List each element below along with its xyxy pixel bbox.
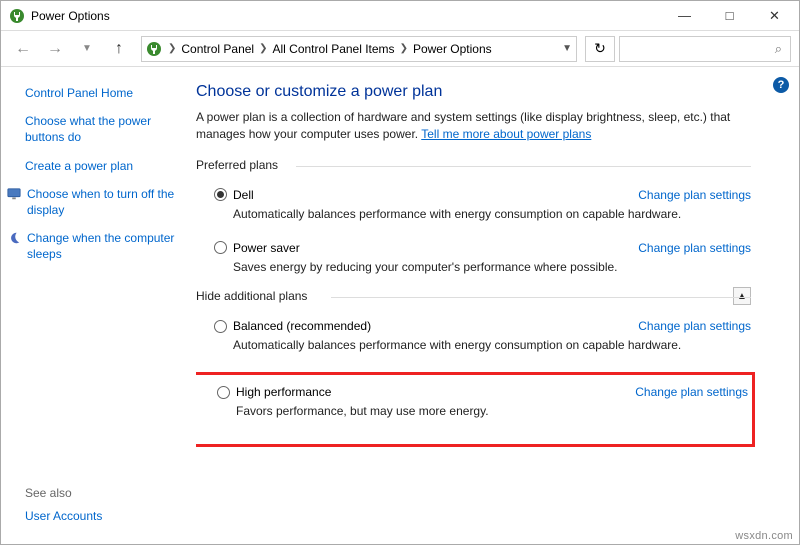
sidebar-link[interactable]: Change when the computer sleeps (27, 230, 188, 262)
power-options-icon (9, 8, 25, 24)
change-plan-settings-link[interactable]: Change plan settings (638, 319, 751, 333)
power-plan-high-performance: High performance Change plan settings Fa… (199, 381, 748, 420)
recent-dropdown[interactable]: ▼ (73, 35, 101, 63)
search-icon: ⌕ (775, 41, 782, 57)
display-icon (7, 187, 21, 201)
see-also-link[interactable]: User Accounts (25, 508, 188, 524)
plan-name: Dell (233, 188, 254, 202)
minimize-button[interactable]: — (662, 2, 707, 30)
forward-button[interactable]: → (41, 35, 69, 63)
see-also-label: See also (25, 486, 188, 500)
plan-radio-balanced[interactable]: Balanced (recommended) (214, 319, 371, 333)
up-button[interactable]: ↑ (105, 35, 133, 63)
sidebar-link[interactable]: Create a power plan (25, 158, 188, 174)
address-bar[interactable]: ❯ Control Panel ❯ All Control Panel Item… (141, 36, 577, 62)
chevron-right-icon[interactable]: ❯ (398, 43, 410, 54)
learn-more-link[interactable]: Tell me more about power plans (421, 127, 591, 141)
sidebar-link[interactable]: Choose when to turn off the display (27, 186, 188, 218)
watermark: wsxdn.com (735, 530, 793, 542)
maximize-button[interactable]: □ (707, 2, 752, 30)
page-title: Choose or customize a power plan (196, 83, 751, 101)
breadcrumb-item[interactable]: Control Panel (178, 42, 257, 56)
titlebar: Power Options — □ ✕ (1, 1, 799, 31)
refresh-button[interactable]: ↻ (585, 36, 615, 62)
breadcrumb-item[interactable]: Power Options (410, 42, 495, 56)
back-button[interactable]: ← (9, 35, 37, 63)
radio-icon (217, 386, 230, 399)
search-input[interactable]: ⌕ (619, 36, 791, 62)
radio-icon (214, 188, 227, 201)
group-text: Hide additional plans (196, 289, 307, 303)
sidebar-link[interactable]: Choose what the power buttons do (25, 113, 188, 145)
plan-name: Balanced (recommended) (233, 319, 371, 333)
power-options-icon (146, 41, 162, 57)
collapse-icon[interactable]: ▲ (733, 287, 751, 305)
plan-radio-high-performance[interactable]: High performance (217, 385, 331, 399)
change-plan-settings-link[interactable]: Change plan settings (638, 188, 751, 202)
group-text: Preferred plans (196, 158, 278, 172)
plan-desc: Automatically balances performance with … (233, 206, 751, 223)
content-area: Choose or customize a power plan A power… (196, 67, 799, 546)
change-plan-settings-link[interactable]: Change plan settings (638, 241, 751, 255)
plan-radio-power-saver[interactable]: Power saver (214, 241, 300, 255)
navbar: ← → ▼ ↑ ❯ Control Panel ❯ All Control Pa… (1, 31, 799, 67)
intro-text: A power plan is a collection of hardware… (196, 109, 751, 144)
power-plan-dell: Dell Change plan settings Automatically … (196, 184, 751, 237)
power-plan-power-saver: Power saver Change plan settings Saves e… (196, 237, 751, 290)
change-plan-settings-link[interactable]: Change plan settings (635, 385, 748, 399)
preferred-plans-label: Preferred plans (196, 158, 751, 174)
sidebar: Control Panel Home Choose what the power… (1, 67, 196, 546)
hide-additional-plans-toggle[interactable]: Hide additional plans ▲ (196, 289, 751, 305)
highlighted-plan-box: High performance Change plan settings Fa… (196, 372, 755, 447)
power-plan-balanced: Balanced (recommended) Change plan setti… (196, 315, 751, 368)
chevron-right-icon[interactable]: ❯ (166, 43, 178, 54)
plan-name: Power saver (233, 241, 300, 255)
window-controls: — □ ✕ (662, 2, 797, 30)
chevron-down-icon[interactable]: ▼ (562, 43, 572, 54)
radio-icon (214, 320, 227, 333)
plan-name: High performance (236, 385, 331, 399)
chevron-right-icon[interactable]: ❯ (257, 43, 269, 54)
plan-desc: Automatically balances performance with … (233, 337, 751, 354)
plan-radio-dell[interactable]: Dell (214, 188, 254, 202)
help-icon[interactable]: ? (773, 77, 789, 93)
control-panel-home-link[interactable]: Control Panel Home (25, 85, 188, 101)
radio-icon (214, 241, 227, 254)
sleep-icon (7, 231, 21, 245)
plan-desc: Favors performance, but may use more ene… (236, 403, 748, 420)
plan-desc: Saves energy by reducing your computer's… (233, 259, 751, 276)
breadcrumb-item[interactable]: All Control Panel Items (270, 42, 398, 56)
close-button[interactable]: ✕ (752, 2, 797, 30)
window-title: Power Options (31, 9, 662, 23)
